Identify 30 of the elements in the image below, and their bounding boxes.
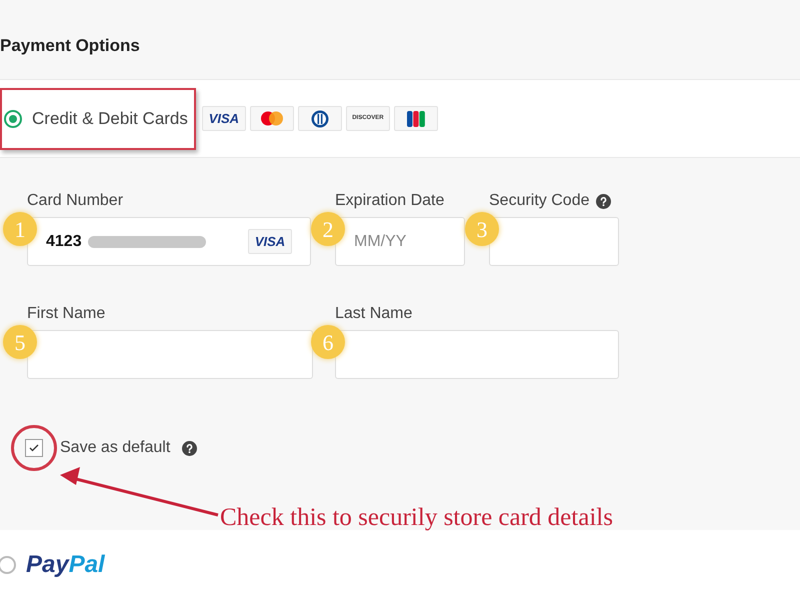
radio-button[interactable] bbox=[0, 556, 16, 574]
checkbox-label[interactable]: Save as default bbox=[60, 436, 170, 460]
paypal-logo[interactable]: PayPal bbox=[26, 547, 105, 583]
number-marker: 5 bbox=[3, 325, 37, 359]
check-icon bbox=[29, 444, 39, 452]
field-label: Last Name bbox=[335, 304, 412, 324]
annotation-text: Check this to securily store card details bbox=[220, 503, 613, 533]
number-marker: 1 bbox=[3, 212, 37, 246]
checkbox[interactable] bbox=[25, 439, 43, 457]
number-marker: 3 bbox=[465, 212, 499, 246]
input-field[interactable]: 4123 VISA bbox=[27, 217, 311, 266]
field-label: Card Number bbox=[27, 191, 124, 211]
jcb-logo bbox=[406, 110, 425, 128]
visa-logo: VISA bbox=[248, 229, 292, 254]
radio-button[interactable] bbox=[4, 110, 22, 128]
field-label: First Name bbox=[27, 304, 106, 324]
section-title: Payment Options bbox=[0, 35, 140, 58]
input-field[interactable] bbox=[335, 330, 619, 379]
field-label: Security Code bbox=[489, 191, 590, 211]
number-marker: 2 bbox=[311, 212, 345, 246]
field-label: Expiration Date bbox=[335, 191, 444, 211]
diners-logo bbox=[310, 110, 329, 128]
input-field[interactable] bbox=[489, 217, 619, 266]
input-field[interactable] bbox=[27, 330, 313, 379]
help-icon[interactable] bbox=[182, 440, 198, 456]
mastercard-logo bbox=[260, 111, 284, 126]
number-marker: 6 bbox=[311, 325, 345, 359]
visa-logo: VISA bbox=[202, 106, 246, 131]
input-field[interactable]: MM/YY bbox=[335, 217, 465, 266]
help-icon[interactable] bbox=[596, 194, 610, 208]
